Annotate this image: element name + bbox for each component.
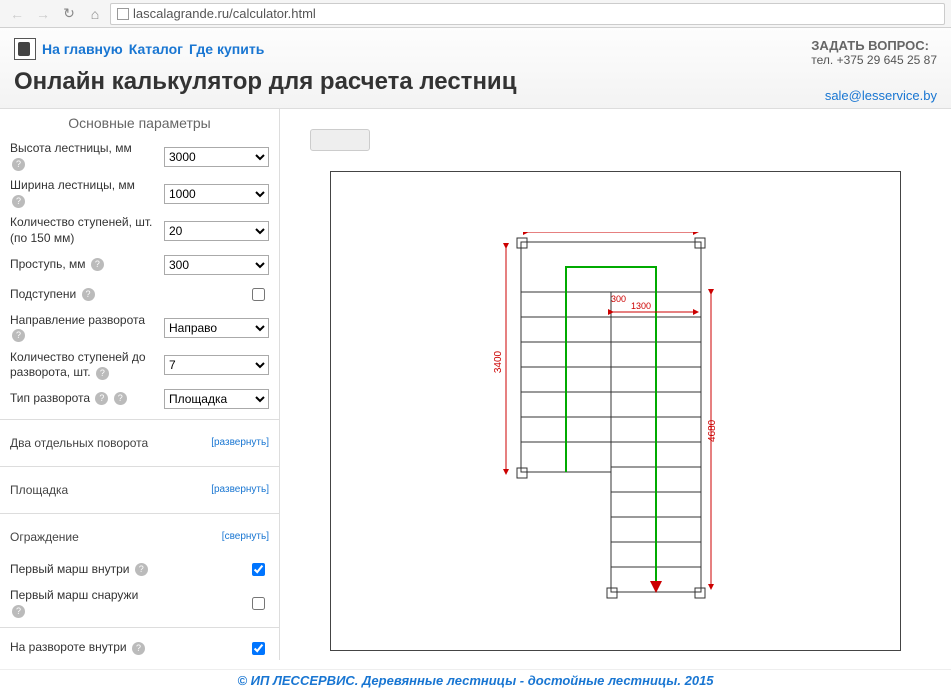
help-icon[interactable]: ?: [132, 642, 145, 655]
railing2-checkbox[interactable]: [252, 597, 265, 610]
help-icon[interactable]: ?: [114, 392, 127, 405]
railing3-checkbox[interactable]: [252, 642, 265, 655]
help-icon[interactable]: ?: [12, 158, 25, 171]
page-icon: [117, 8, 129, 20]
url-text: lascalagrande.ru/calculator.html: [133, 6, 316, 21]
home-button[interactable]: ⌂: [84, 3, 106, 25]
logo-icon: [14, 38, 36, 60]
help-icon[interactable]: ?: [135, 563, 148, 576]
url-bar[interactable]: lascalagrande.ru/calculator.html: [110, 3, 945, 25]
staircase-drawing: 2300 3400 1300 300 4680: [481, 232, 741, 632]
railing3-label: На развороте внутри ?: [10, 640, 246, 656]
platform-label: Площадка: [10, 483, 68, 497]
browser-toolbar: ← → ↻ ⌂ lascalagrande.ru/calculator.html: [0, 0, 951, 28]
help-icon[interactable]: ?: [91, 258, 104, 271]
height-select[interactable]: 3000: [164, 147, 269, 167]
help-icon[interactable]: ?: [12, 605, 25, 618]
back-button[interactable]: ←: [6, 3, 28, 25]
collapse-railing[interactable]: [свернуть]: [222, 531, 269, 542]
nav-home[interactable]: На главную: [42, 41, 123, 57]
railing1-label: Первый марш внутри ?: [10, 562, 246, 578]
two-turns-label: Два отдельных поворота: [10, 436, 148, 450]
risers-label: Подступени ?: [10, 287, 246, 303]
help-icon[interactable]: ?: [82, 288, 95, 301]
preview-button[interactable]: [310, 129, 370, 151]
railing2-label: Первый марш снаружи?: [10, 588, 246, 619]
help-icon[interactable]: ?: [96, 367, 109, 380]
width-select[interactable]: 1000: [164, 184, 269, 204]
drawing-frame: 2300 3400 1300 300 4680: [330, 171, 901, 651]
nav-where[interactable]: Где купить: [189, 41, 264, 57]
svg-text:1300: 1300: [631, 301, 651, 311]
before-turn-select[interactable]: 7: [164, 355, 269, 375]
nav-catalog[interactable]: Каталог: [129, 41, 183, 57]
turn-type-select[interactable]: Площадка: [164, 389, 269, 409]
width-label: Ширина лестницы, мм?: [10, 178, 158, 209]
phone-number: +375 29 645 25 87: [837, 53, 937, 67]
email-link[interactable]: sale@lesservice.by: [825, 88, 937, 103]
expand-platform[interactable]: [развернуть]: [211, 484, 269, 495]
railing1-checkbox[interactable]: [252, 563, 265, 576]
forward-button[interactable]: →: [32, 3, 54, 25]
height-label: Высота лестницы, мм?: [10, 141, 158, 172]
svg-text:300: 300: [611, 294, 626, 304]
footer-text: © ИП ЛЕССЕРВИС. Деревянные лестницы - до…: [0, 669, 951, 691]
risers-checkbox[interactable]: [252, 288, 265, 301]
page-title: Онлайн калькулятор для расчета лестниц: [14, 68, 937, 96]
steps-label: Количество ступеней, шт. (по 150 мм): [10, 215, 158, 246]
contact-block: ЗАДАТЬ ВОПРОС: тел. +375 29 645 25 87: [811, 38, 937, 67]
expand-two-turns[interactable]: [развернуть]: [211, 437, 269, 448]
ask-label: ЗАДАТЬ ВОПРОС:: [811, 38, 937, 53]
help-icon[interactable]: ?: [12, 195, 25, 208]
svg-text:4680: 4680: [707, 419, 718, 442]
turn-type-label: Тип разворота ? ?: [10, 391, 158, 407]
help-icon[interactable]: ?: [12, 329, 25, 342]
railing-label: Ограждение: [10, 530, 79, 544]
site-header: На главную Каталог Где купить ЗАДАТЬ ВОП…: [0, 28, 951, 109]
reload-button[interactable]: ↻: [58, 3, 80, 25]
before-turn-label: Количество ступеней до разворота, шт. ?: [10, 350, 158, 381]
parameters-sidebar: Основные параметры Высота лестницы, мм? …: [0, 109, 280, 660]
preview-pane: 2300 3400 1300 300 4680: [280, 109, 951, 660]
help-icon[interactable]: ?: [95, 392, 108, 405]
svg-text:3400: 3400: [493, 350, 504, 373]
direction-select[interactable]: Направо: [164, 318, 269, 338]
tread-label: Проступь, мм ?: [10, 257, 158, 273]
tread-select[interactable]: 300: [164, 255, 269, 275]
steps-select[interactable]: 20: [164, 221, 269, 241]
direction-label: Направление разворота ?: [10, 313, 158, 344]
section-title-main: Основные параметры: [10, 115, 269, 131]
